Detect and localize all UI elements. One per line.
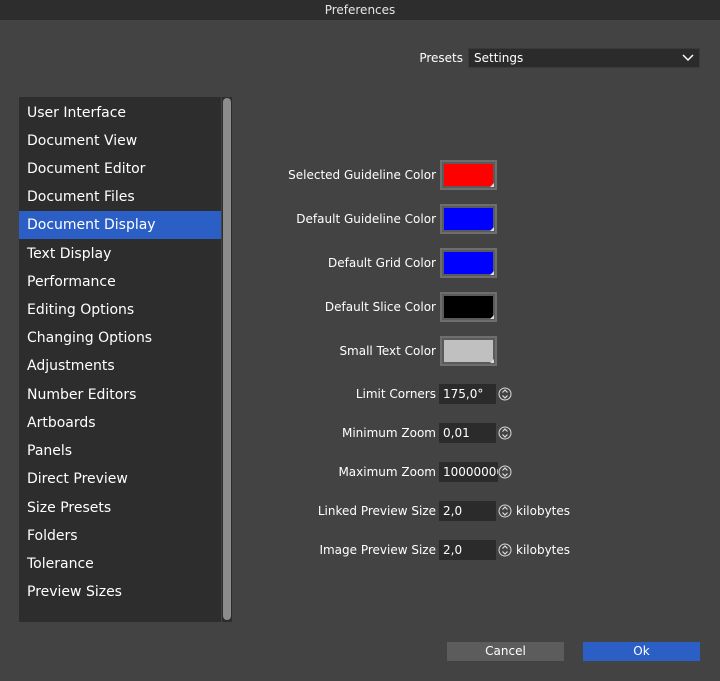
default-guideline-color-label: Default Guideline Color — [296, 212, 436, 226]
sidebar-item-changing-options[interactable]: Changing Options — [19, 324, 221, 352]
presets-label: Presets — [419, 51, 463, 65]
minimum-zoom-spinner-icon[interactable] — [498, 423, 512, 443]
sidebar-item-performance[interactable]: Performance — [19, 268, 221, 296]
image-preview-size-input[interactable]: 2,0 — [439, 540, 496, 560]
limit-corners-label: Limit Corners — [355, 387, 436, 401]
sidebar-item-document-editor[interactable]: Document Editor — [19, 155, 221, 183]
sidebar-item-document-display[interactable]: Document Display — [19, 211, 221, 239]
sidebar-scrollbar[interactable] — [222, 97, 232, 622]
sidebar-item-size-presets[interactable]: Size Presets — [19, 494, 221, 522]
sidebar-item-editing-options[interactable]: Editing Options — [19, 296, 221, 324]
sidebar-item-direct-preview[interactable]: Direct Preview — [19, 465, 221, 493]
default-slice-color-swatch[interactable] — [440, 292, 497, 322]
swatch-fill — [444, 164, 493, 186]
ok-button[interactable]: Ok — [583, 642, 700, 661]
swatch-fill — [444, 208, 493, 230]
swatch-corner-icon — [490, 183, 494, 187]
swatch-corner-icon — [490, 315, 494, 319]
linked-preview-size-label: Linked Preview Size — [317, 504, 436, 518]
linked-preview-size-unit: kilobytes — [516, 504, 571, 518]
sidebar-item-document-files[interactable]: Document Files — [19, 183, 221, 211]
default-guideline-color-swatch[interactable] — [440, 204, 497, 234]
default-slice-color-label: Default Slice Color — [324, 300, 436, 314]
sidebar-item-preview-sizes[interactable]: Preview Sizes — [19, 578, 221, 606]
selected-guideline-color-swatch[interactable] — [440, 160, 497, 190]
presets-dropdown[interactable]: Settings — [468, 48, 700, 68]
maximum-zoom-input[interactable]: 10000000 — [439, 462, 498, 482]
small-text-color-swatch[interactable] — [440, 336, 497, 366]
swatch-corner-icon — [490, 227, 494, 231]
sidebar-item-folders[interactable]: Folders — [19, 522, 221, 550]
preferences-sidebar: User Interface Document View Document Ed… — [19, 97, 221, 622]
swatch-corner-icon — [490, 271, 494, 275]
sidebar-item-tolerance[interactable]: Tolerance — [19, 550, 221, 578]
sidebar-item-number-editors[interactable]: Number Editors — [19, 381, 221, 409]
image-preview-size-unit: kilobytes — [516, 543, 571, 557]
sidebar-item-panels[interactable]: Panels — [19, 437, 221, 465]
sidebar-item-text-display[interactable]: Text Display — [19, 240, 221, 268]
sidebar-item-adjustments[interactable]: Adjustments — [19, 352, 221, 380]
chevron-down-icon — [682, 54, 694, 62]
linked-preview-size-input[interactable]: 2,0 — [439, 501, 496, 521]
default-grid-color-swatch[interactable] — [440, 248, 497, 278]
selected-guideline-color-label: Selected Guideline Color — [288, 168, 436, 182]
cancel-button[interactable]: Cancel — [447, 642, 564, 661]
minimum-zoom-input[interactable]: 0,01 — [439, 423, 496, 443]
swatch-fill — [444, 252, 493, 274]
linked-preview-size-spinner-icon[interactable] — [498, 501, 512, 521]
sidebar-item-document-view[interactable]: Document View — [19, 127, 221, 155]
swatch-fill — [444, 296, 493, 318]
presets-value: Settings — [474, 51, 524, 65]
swatch-corner-icon — [490, 359, 494, 363]
sidebar-item-artboards[interactable]: Artboards — [19, 409, 221, 437]
small-text-color-label: Small Text Color — [339, 344, 436, 358]
maximum-zoom-label: Maximum Zoom — [338, 465, 436, 479]
window-title: Preferences — [0, 0, 720, 20]
sidebar-scrollbar-thumb[interactable] — [223, 98, 231, 620]
swatch-fill — [444, 340, 493, 362]
maximum-zoom-spinner-icon[interactable] — [498, 462, 512, 482]
limit-corners-spinner-icon[interactable] — [498, 384, 512, 404]
image-preview-size-label: Image Preview Size — [319, 543, 436, 557]
sidebar-item-user-interface[interactable]: User Interface — [19, 99, 221, 127]
minimum-zoom-label: Minimum Zoom — [341, 426, 436, 440]
limit-corners-input[interactable]: 175,0° — [439, 384, 496, 404]
default-grid-color-label: Default Grid Color — [328, 256, 436, 270]
image-preview-size-spinner-icon[interactable] — [498, 540, 512, 560]
